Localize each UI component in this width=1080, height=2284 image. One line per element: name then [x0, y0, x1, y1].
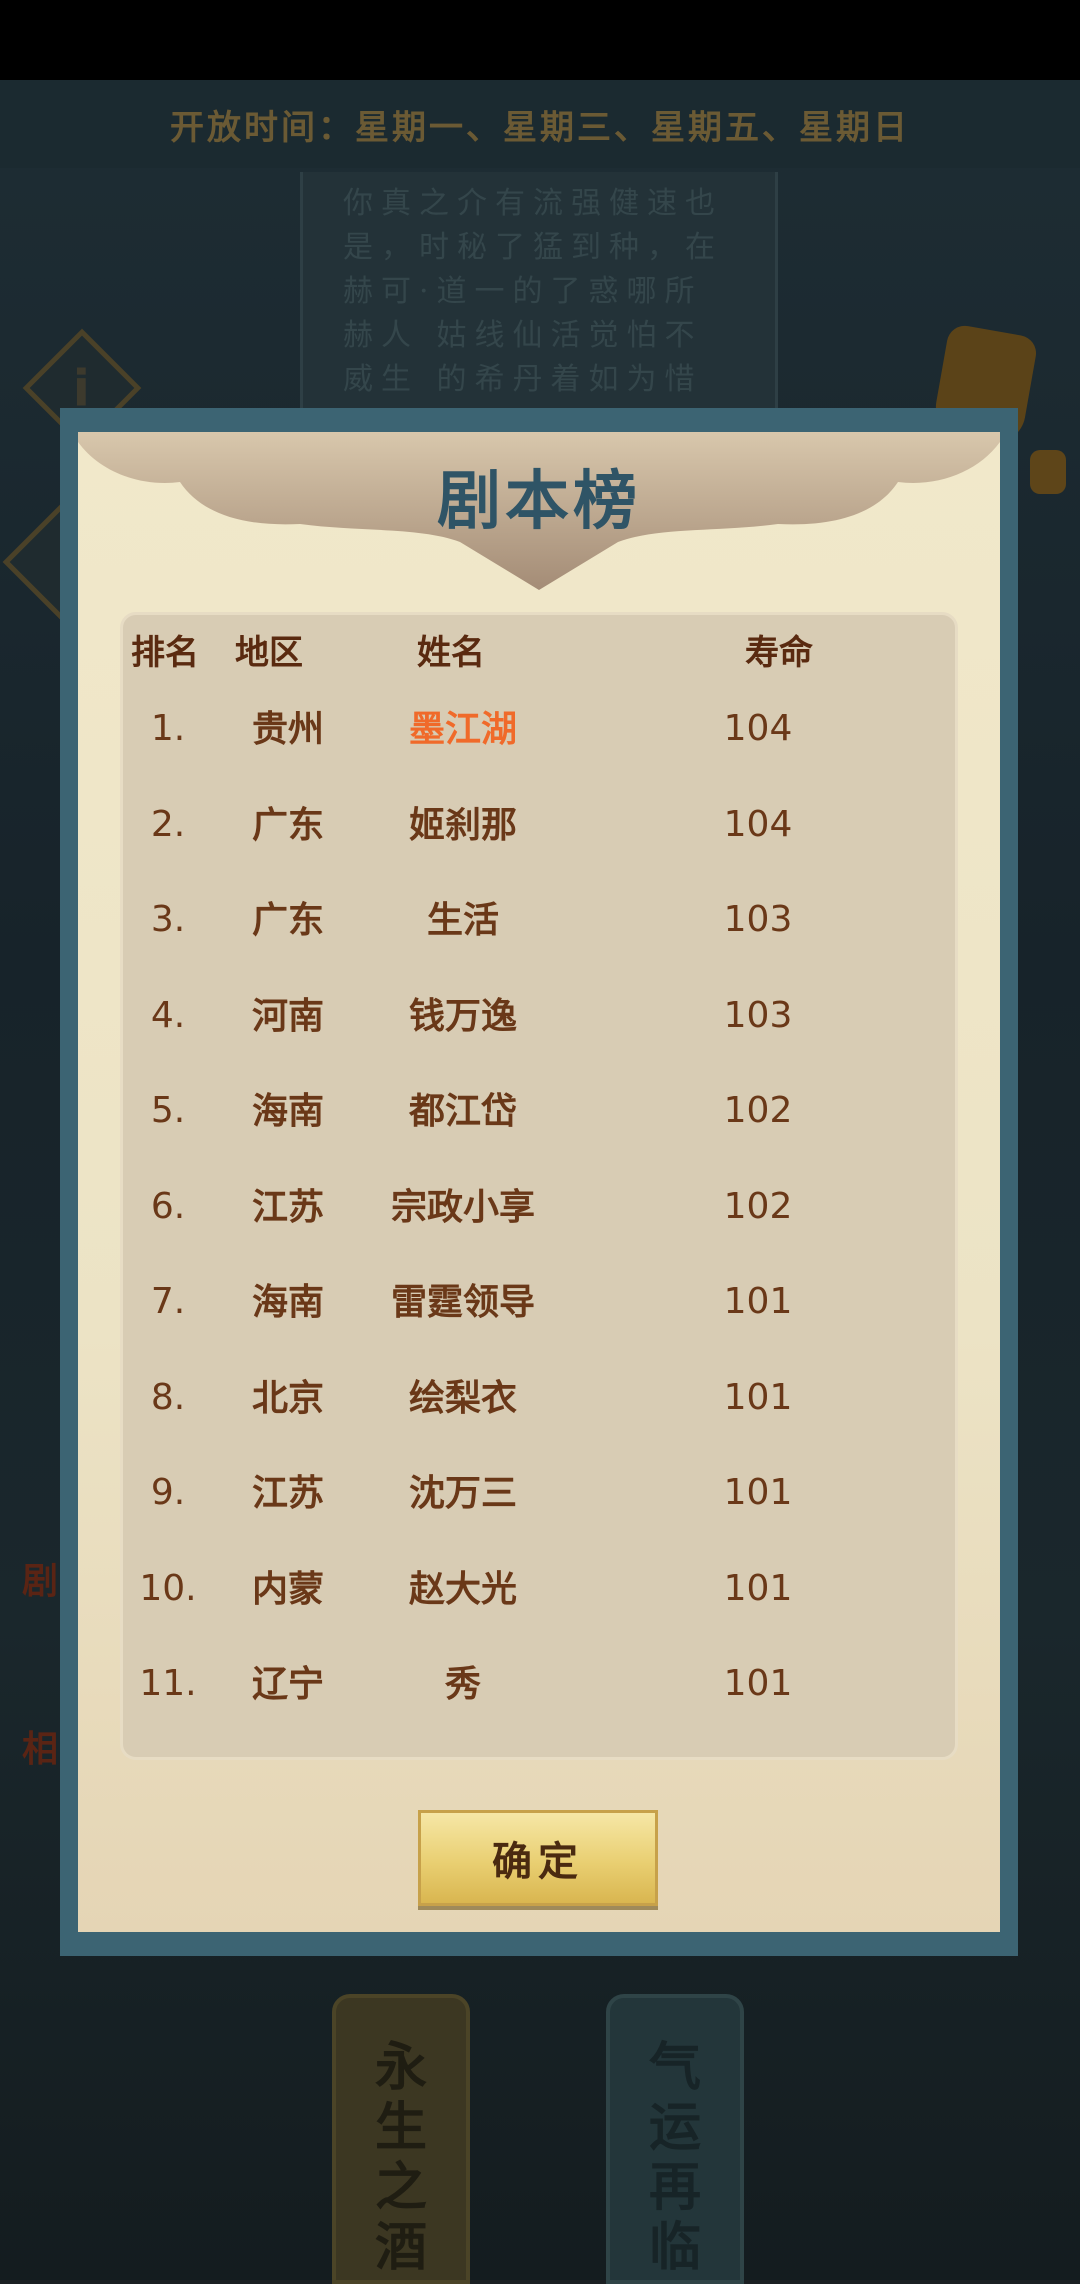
- open-time-bar: 开放时间：星期一、星期三、星期五、星期日: [0, 80, 1080, 168]
- side-label-2: 相: [22, 1728, 59, 1770]
- cell-life: 101: [723, 1663, 793, 1704]
- cell-name: 生活: [426, 899, 499, 941]
- header-name: 姓名: [417, 633, 485, 673]
- cell-rank: 2.: [150, 803, 186, 845]
- modal-title: 剧本榜: [437, 464, 641, 539]
- status-bar: [0, 0, 1080, 80]
- cell-region: 北京: [251, 1376, 324, 1419]
- cell-life: 101: [723, 1281, 793, 1322]
- header-life: 寿命: [745, 633, 813, 673]
- cell-rank: 4.: [150, 994, 186, 1036]
- cell-life: 103: [723, 994, 793, 1036]
- cell-name: 宗政小享: [390, 1185, 535, 1228]
- cell-rank: 10.: [139, 1567, 197, 1609]
- cell-life: 103: [723, 899, 793, 940]
- cell-region: 海南: [251, 1281, 324, 1323]
- cell-life: 104: [723, 708, 793, 749]
- cell-life: 102: [723, 1090, 793, 1131]
- cell-rank: 11.: [139, 1663, 197, 1704]
- story-scroll: 你真之介有流强健速也是，时秘了猛到种，在赫可·道一的了惑哪所赫人 姑线仙活觉怕不…: [300, 172, 778, 412]
- fortune-return-button[interactable]: 气 运 再 临: [606, 1994, 744, 2284]
- cell-region: 广东: [251, 803, 324, 846]
- cell-name: 钱万逸: [408, 994, 517, 1037]
- side-label-1: 剧: [22, 1560, 59, 1602]
- confirm-button[interactable]: 确定: [418, 1810, 658, 1906]
- table-row: 5. 海南 都江岱 102: [123, 1063, 961, 1159]
- tag-char: 永: [374, 2037, 427, 2098]
- cell-region: 辽宁: [251, 1663, 324, 1705]
- modal-panel: 剧本榜 排名 地区 姓名 寿命 1. 贵州 墨江湖 104 2. 广东 姬刹那 104 3. 广东…: [78, 432, 1000, 1932]
- cell-life: 101: [723, 1376, 793, 1418]
- cell-region: 广东: [251, 899, 324, 941]
- cell-rank: 7.: [150, 1281, 186, 1322]
- cell-region: 河南: [251, 994, 324, 1037]
- cell-rank: 3.: [150, 899, 186, 940]
- table-row: 10. 内蒙 赵大光 101: [123, 1541, 961, 1637]
- table-row: 7. 海南 雷霆领导 101: [123, 1254, 961, 1350]
- cell-region: 江苏: [251, 1185, 324, 1228]
- cell-name: 墨江湖: [408, 708, 517, 750]
- table-row: 2. 广东 姬刹那 104: [123, 777, 961, 873]
- cell-rank: 6.: [150, 1185, 186, 1227]
- table-row: 3. 广东 生活 103: [123, 872, 961, 968]
- header-region: 地区: [235, 633, 303, 673]
- cell-name: 赵大光: [408, 1567, 517, 1610]
- tag-char: 临: [648, 2217, 701, 2278]
- cell-rank: 1.: [150, 708, 186, 749]
- cell-rank: 5.: [150, 1090, 186, 1131]
- open-time-text: 开放时间：星期一、星期三、星期五、星期日: [170, 107, 910, 148]
- table-row: 4. 河南 钱万逸 103: [123, 968, 961, 1064]
- tag-char: 之: [374, 2157, 427, 2218]
- table-row: 6. 江苏 宗政小享 102: [123, 1159, 961, 1255]
- cell-life: 104: [723, 803, 793, 845]
- cell-name: 沈万三: [408, 1472, 517, 1514]
- tag-char: 气: [648, 2037, 701, 2098]
- cell-name: 都江岱: [408, 1090, 517, 1132]
- cell-rank: 8.: [150, 1376, 186, 1418]
- table-row: 8. 北京 绘梨衣 101: [123, 1350, 961, 1446]
- cell-name: 绘梨衣: [408, 1376, 517, 1419]
- cell-life: 101: [723, 1472, 793, 1513]
- cell-name: 秀: [444, 1663, 481, 1705]
- cell-region: 海南: [251, 1090, 324, 1132]
- tag-char: 酒: [374, 2217, 427, 2278]
- tag-char: 运: [648, 2097, 701, 2158]
- table-row: 9. 江苏 沈万三 101: [123, 1445, 961, 1541]
- cell-region: 内蒙: [251, 1567, 324, 1610]
- ranking-table: 排名 地区 姓名 寿命 1. 贵州 墨江湖 104 2. 广东 姬刹那 104 3. 广东 生活 10…: [120, 612, 958, 1760]
- cell-rank: 9.: [150, 1472, 186, 1513]
- cell-name: 雷霆领导: [390, 1281, 535, 1323]
- tag-char: 生: [374, 2097, 427, 2158]
- cell-region: 贵州: [251, 708, 324, 750]
- table-row: 1. 贵州 墨江湖 104: [123, 681, 961, 777]
- small-lantern-icon: [1030, 450, 1066, 494]
- leaderboard-modal: 剧本榜 排名 地区 姓名 寿命 1. 贵州 墨江湖 104 2. 广东 姬刹那 104 3. 广东…: [60, 408, 1018, 1956]
- cell-region: 江苏: [251, 1472, 324, 1514]
- header-rank: 排名: [131, 633, 199, 673]
- cell-life: 102: [723, 1185, 793, 1227]
- cell-name: 姬刹那: [408, 803, 517, 846]
- table-row: 11. 辽宁 秀 101: [123, 1636, 961, 1732]
- tag-char: 再: [648, 2157, 701, 2218]
- eternal-wine-button[interactable]: 永 生 之 酒: [332, 1994, 470, 2284]
- cell-life: 101: [723, 1567, 793, 1609]
